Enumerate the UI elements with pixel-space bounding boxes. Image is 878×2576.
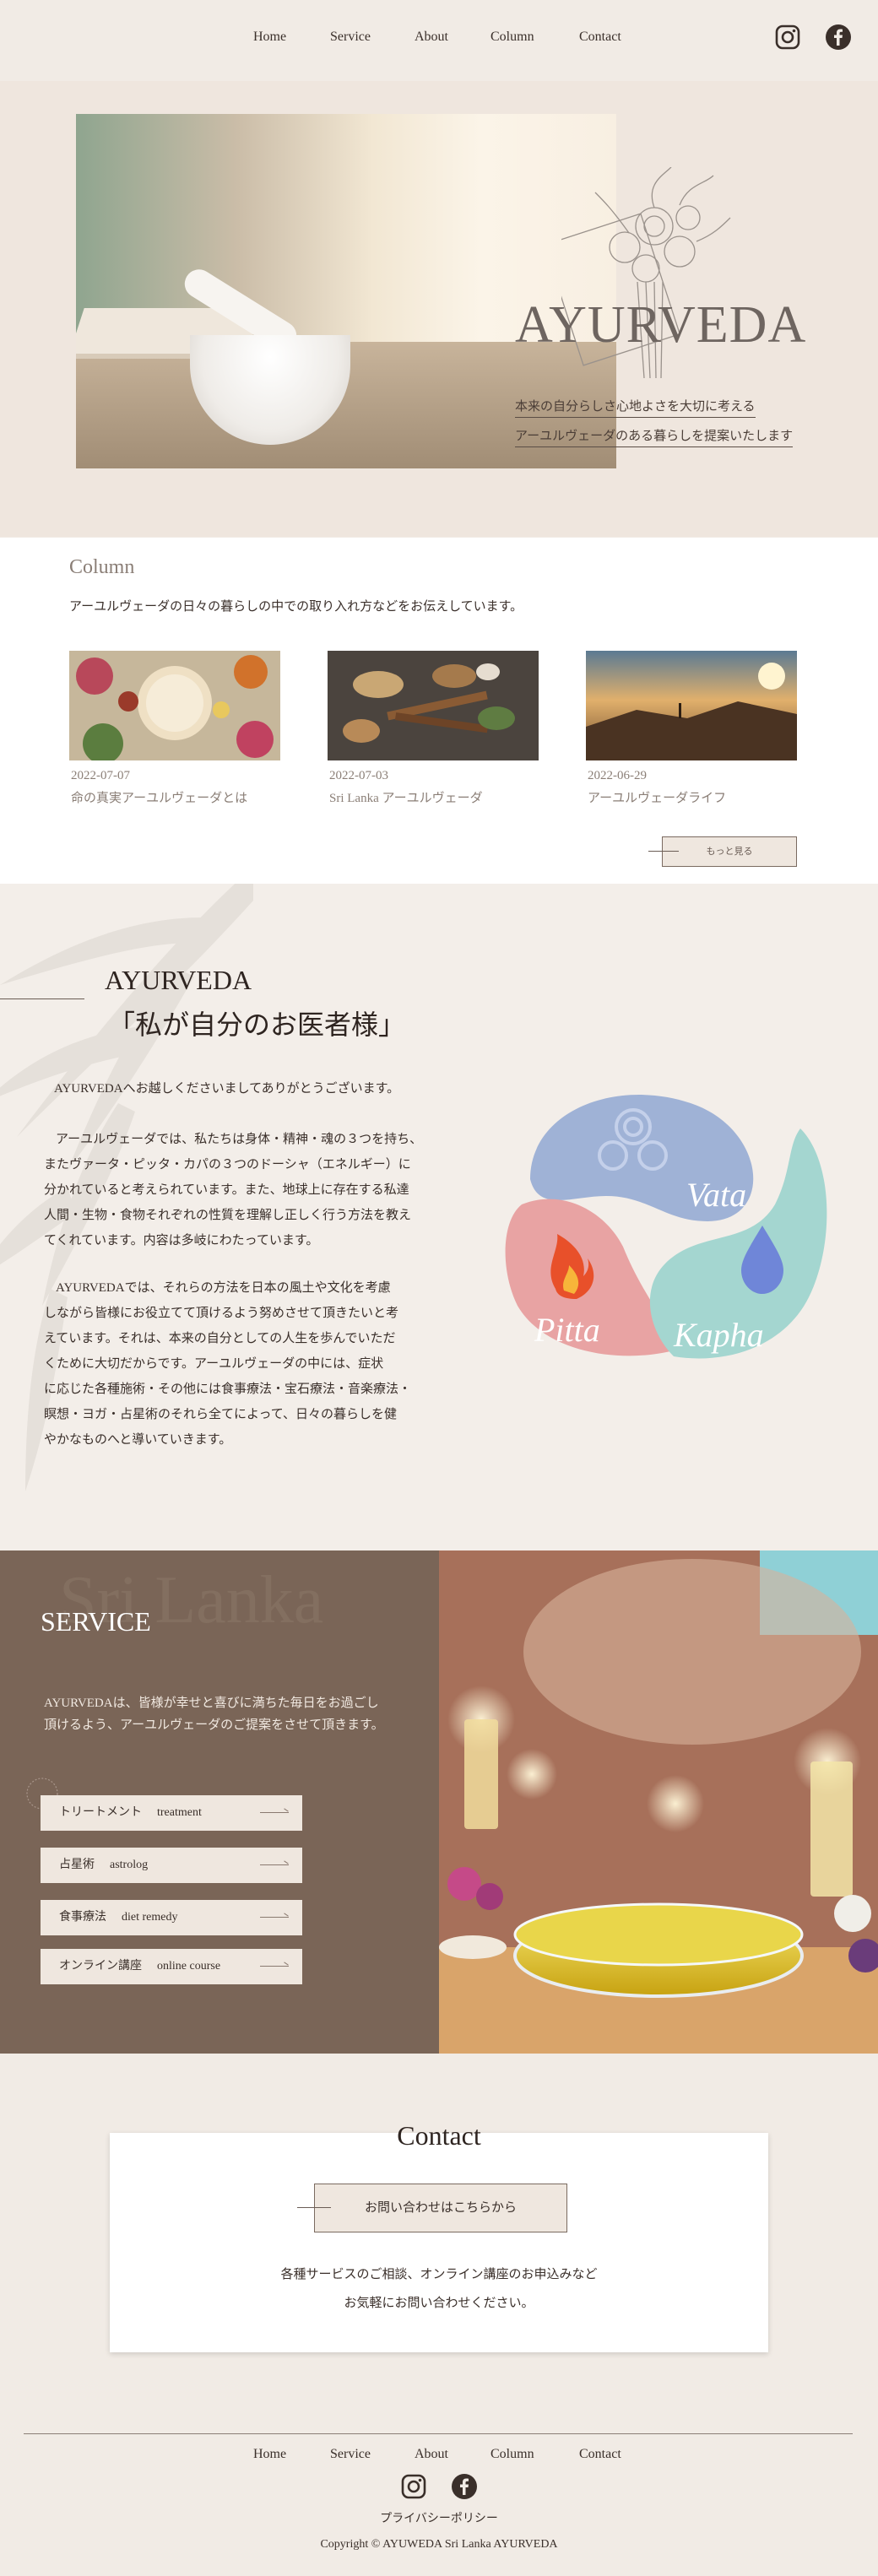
service-button-label-jp: 食事療法 xyxy=(59,1911,106,1924)
column-title: Column xyxy=(69,556,135,578)
intro-section: AYURVEDA 「私が自分のお医者様」 AYURVEDAへお越しくださいまして… xyxy=(0,884,878,1550)
column-section: Column アーユルヴェーダの日々の暮らしの中での取り入れ方などをお伝えしてい… xyxy=(0,538,878,884)
footer-link-service[interactable]: Service xyxy=(330,2447,371,2462)
card-thumbnail xyxy=(586,651,797,760)
intro-line: アーユルヴェーダでは、私たちは身体・精神・魂の３つを持ち、 xyxy=(56,1133,423,1146)
card-date: 2022-07-03 xyxy=(329,769,388,782)
contact-button-line xyxy=(297,2207,331,2208)
card-title[interactable]: アーユルヴェーダライフ xyxy=(588,788,726,806)
hero-subtitle-2: アーユルヴェーダのある暮らしを提案いたします xyxy=(515,426,794,447)
service-button-treatment[interactable]: トリートメント treatment xyxy=(41,1795,302,1831)
intro-heading-line xyxy=(0,998,84,999)
column-card[interactable]: 2022-07-07 命の真実アーユルヴェーダとは xyxy=(69,651,280,806)
service-button-astrology[interactable]: 占星術 astrolog xyxy=(41,1848,302,1883)
service-button-online-course[interactable]: オンライン講座 online course xyxy=(41,1949,302,1984)
card-thumbnail xyxy=(328,651,539,760)
intro-paragraph-2: アーユルヴェーダでは、私たちは身体・精神・魂の３つを持ち、 またヴァータ・ピッタ… xyxy=(44,1127,441,1253)
footer-link-about[interactable]: About xyxy=(415,2447,448,2462)
nav-link-contact[interactable]: Contact xyxy=(579,30,621,45)
arrow-right-icon xyxy=(260,1812,289,1813)
contact-card xyxy=(110,2133,768,2352)
service-button-label-jp: トリートメント xyxy=(59,1806,142,1819)
contact-text-1: 各種サービスのご相談、オンライン講座のお申込みなど xyxy=(280,2268,598,2281)
nav-link-home[interactable]: Home xyxy=(253,30,286,45)
footer-divider xyxy=(24,2433,853,2434)
service-button-label-en: astrolog xyxy=(110,1859,149,1871)
intro-line: しながら皆様にお役立てて頂けるよう努めさせて頂きたいと考 xyxy=(44,1307,399,1320)
arrow-right-icon xyxy=(260,1917,289,1918)
card-title[interactable]: 命の真実アーユルヴェーダとは xyxy=(71,788,247,806)
hero-title: AYURVEDA xyxy=(515,296,807,354)
intro-line: えています。それは、本来の自分としての人生を歩んでいただ xyxy=(44,1332,396,1345)
privacy-policy-link[interactable]: プライバシーポリシー xyxy=(0,2509,878,2526)
intro-heading: AYURVEDA xyxy=(105,965,252,995)
column-description: アーユルヴェーダの日々の暮らしの中での取り入れ方などをお伝えしています。 xyxy=(69,600,523,614)
service-panel: Sri Lanka SERVICE AYURVEDAは、皆様が幸せと喜びに満ちた… xyxy=(0,1550,439,2054)
service-description: AYURVEDAは、皆様が幸せと喜びに満ちた毎日をお過ごし 頂けるよう、アーユル… xyxy=(44,1692,415,1736)
intro-line: AYURVEDAへお越しくださいましてありがとうございます。 xyxy=(54,1082,400,1096)
oil-bowl-photo xyxy=(439,1550,878,2054)
dosha-diagram: Vata Pitta Kapha xyxy=(505,1095,827,1359)
intro-paragraph-3: AYURVEDAでは、それらの方法を日本の風土や文化を考慮 しながら皆様にお役立… xyxy=(44,1275,441,1453)
service-button-label-en: online course xyxy=(157,1960,221,1973)
column-card[interactable]: 2022-07-03 Sri Lanka アーユルヴェーダ xyxy=(328,651,539,806)
footer-link-contact[interactable]: Contact xyxy=(579,2447,621,2462)
dosha-label-kapha: Kapha xyxy=(673,1316,764,1354)
dosha-label-pitta: Pitta xyxy=(534,1311,600,1349)
instagram-icon[interactable] xyxy=(400,2473,427,2500)
service-button-label-jp: オンライン講座 xyxy=(59,1960,142,1973)
nav-link-column[interactable]: Column xyxy=(490,30,534,45)
more-button[interactable]: もっと見る xyxy=(662,836,797,867)
intro-line: またヴァータ・ピッタ・カパの３つのドーシャ（エネルギー）に xyxy=(44,1158,411,1172)
instagram-icon[interactable] xyxy=(774,24,801,51)
dosha-label-vata: Vata xyxy=(686,1176,746,1214)
service-button-diet[interactable]: 食事療法 diet remedy xyxy=(41,1900,302,1935)
footer-link-column[interactable]: Column xyxy=(490,2447,534,2462)
intro-subheading: 「私が自分のお医者様」 xyxy=(108,1009,406,1040)
intro-line: くために大切だからです。アーユルヴェーダの中には、症状 xyxy=(44,1357,384,1371)
service-button-label-jp: 占星術 xyxy=(59,1859,95,1871)
card-thumbnail xyxy=(69,651,280,764)
more-button-line xyxy=(648,851,679,852)
facebook-icon[interactable] xyxy=(825,24,852,51)
hero-subtitle-1: 本来の自分らしさ心地よさを大切に考える xyxy=(515,397,756,418)
footer-link-home[interactable]: Home xyxy=(253,2447,286,2462)
intro-paragraph-1: AYURVEDAへお越しくださいましてありがとうございます。 xyxy=(54,1076,451,1101)
intro-line: 人間・生物・食物それぞれの性質を理解し正しく行う方法を教え xyxy=(44,1209,412,1222)
intro-line: やかなものへと導いていきます。 xyxy=(44,1433,232,1447)
card-title[interactable]: Sri Lanka アーユルヴェーダ xyxy=(329,788,483,806)
service-description-line: 頂けるよう、アーユルヴェーダのご提案をさせて頂きます。 xyxy=(44,1718,384,1732)
nav-link-about[interactable]: About xyxy=(415,30,448,45)
service-button-label-en: treatment xyxy=(157,1806,202,1819)
arrow-right-icon xyxy=(260,1864,289,1865)
copyright: Copyright © AYUWEDA Sri Lanka AYURVEDA xyxy=(320,2538,558,2551)
card-date: 2022-07-07 xyxy=(71,769,130,782)
intro-line: てくれています。内容は多岐にわたっています。 xyxy=(44,1234,319,1247)
card-date: 2022-06-29 xyxy=(588,769,647,782)
intro-line: AYURVEDAでは、それらの方法を日本の風土や文化を考慮 xyxy=(56,1281,391,1295)
intro-line: に応じた各種施術・その他には食事療法・宝石療法・音楽療法・ xyxy=(44,1383,412,1396)
contact-title: Contact xyxy=(397,2120,481,2151)
service-image xyxy=(439,1550,878,2054)
service-section: Sri Lanka SERVICE AYURVEDAは、皆様が幸せと喜びに満ちた… xyxy=(0,1550,878,2054)
service-description-line: AYURVEDAは、皆様が幸せと喜びに満ちた毎日をお過ごし xyxy=(44,1697,379,1710)
service-title: SERVICE xyxy=(41,1606,151,1637)
main-nav: Home Service About Column Contact xyxy=(0,27,878,51)
intro-line: 瞑想・ヨガ・占星術のそれら全てによって、日々の暮らしを健 xyxy=(44,1408,398,1421)
intro-line: 分かれていると考えられています。また、地球上に存在する私達 xyxy=(44,1183,409,1197)
nav-link-service[interactable]: Service xyxy=(330,30,371,45)
column-card[interactable]: 2022-06-29 アーユルヴェーダライフ xyxy=(586,651,797,806)
contact-text-2: お気軽にお問い合わせください。 xyxy=(344,2297,534,2310)
service-button-label-en: diet remedy xyxy=(122,1911,178,1924)
contact-button[interactable]: お問い合わせはこちらから xyxy=(314,2184,567,2232)
facebook-icon[interactable] xyxy=(451,2473,478,2500)
arrow-right-icon xyxy=(260,1966,289,1967)
